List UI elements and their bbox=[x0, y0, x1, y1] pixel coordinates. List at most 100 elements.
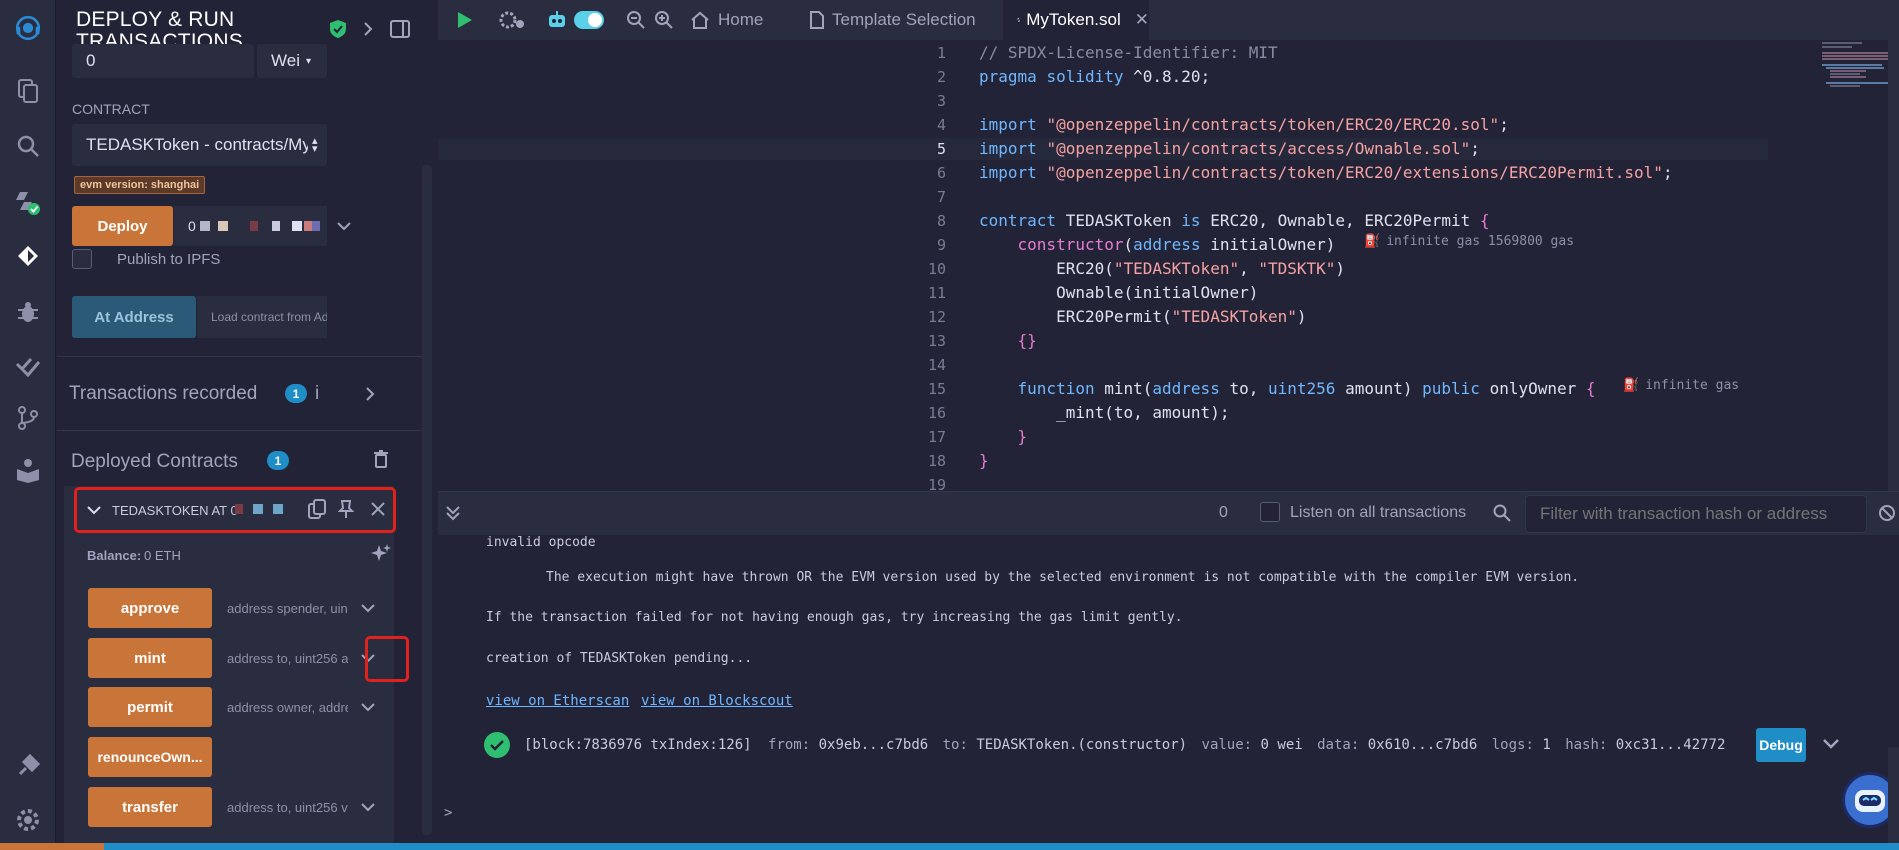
fn-permit-button[interactable]: permit bbox=[88, 687, 212, 727]
at-address-button[interactable]: At Address bbox=[72, 296, 196, 338]
line-number: 6 bbox=[936, 164, 946, 182]
fn-transfer-button[interactable]: transfer bbox=[88, 787, 212, 827]
solidity-file-icon bbox=[1017, 17, 1021, 22]
tx-expand-chevron-icon[interactable] bbox=[1822, 737, 1842, 753]
panel-toggle-icon[interactable] bbox=[389, 18, 411, 40]
redacted-instance-address bbox=[235, 504, 295, 514]
solidity-compiler-icon[interactable] bbox=[10, 184, 46, 220]
terminal-scrollbar[interactable] bbox=[1888, 747, 1899, 843]
fn-approve-input[interactable]: address spender, uint256 value bbox=[213, 588, 348, 628]
fn-mint-button[interactable]: mint bbox=[88, 638, 212, 678]
git-icon[interactable] bbox=[10, 400, 46, 436]
value-input[interactable]: 0 bbox=[72, 44, 254, 78]
code-line: } bbox=[979, 451, 989, 470]
instance-collapse-chevron-icon[interactable] bbox=[83, 499, 105, 521]
plugin-manager-icon[interactable] bbox=[10, 748, 46, 784]
copilot-toggle[interactable] bbox=[574, 0, 604, 40]
terminal-line: If the transaction failed for not having… bbox=[486, 610, 1183, 625]
ai-copilot-robot-icon[interactable] bbox=[546, 0, 568, 40]
fn-transfer-input[interactable]: address to, uint256 value bbox=[213, 787, 348, 827]
chevron-right-icon[interactable] bbox=[357, 18, 379, 40]
deploy-run-icon[interactable] bbox=[10, 238, 46, 274]
blockscout-link[interactable]: view on Blockscout bbox=[641, 693, 793, 709]
sparkle-ai-icon[interactable] bbox=[370, 543, 394, 567]
deploy-expand-chevron-icon[interactable] bbox=[333, 215, 355, 237]
line-number: 9 bbox=[936, 236, 946, 254]
run-script-icon[interactable] bbox=[456, 0, 474, 40]
close-icon[interactable] bbox=[370, 501, 388, 519]
publish-ipfs-checkbox[interactable] bbox=[72, 249, 92, 269]
line-number: 3 bbox=[936, 92, 946, 110]
remix-logo-icon[interactable] bbox=[6, 6, 50, 50]
file-explorer-icon[interactable] bbox=[10, 72, 46, 108]
redacted-address bbox=[200, 221, 320, 231]
tx-from: 0x9eb...c7bd6 bbox=[818, 737, 929, 753]
transactions-recorded-label[interactable]: Transactions recorded bbox=[69, 383, 257, 405]
testing-icon[interactable] bbox=[10, 348, 46, 384]
tab-mytoken-sol[interactable]: MyToken.sol ✕ bbox=[1003, 0, 1149, 40]
fn-permit-expand-chevron-icon[interactable] bbox=[357, 696, 379, 718]
terminal-prompt[interactable]: > bbox=[444, 805, 452, 821]
code-editor[interactable]: 1 2 3 4 5 6 7 8 9 10 11 12 13 14 15 16 1… bbox=[438, 40, 1899, 494]
info-icon[interactable]: i bbox=[315, 383, 319, 405]
line-number: 5 bbox=[936, 140, 946, 158]
select-updown-icon: ▴ ▾ bbox=[312, 135, 318, 155]
code-line: function mint(address to, uint256 amount… bbox=[1017, 379, 1596, 398]
code-line: import "@openzeppelin/contracts/token/ER… bbox=[979, 163, 1673, 182]
settings-gear-icon[interactable] bbox=[10, 802, 46, 838]
status-bar bbox=[0, 843, 1899, 850]
search-icon[interactable] bbox=[10, 128, 46, 164]
code-line: constructor(address initialOwner) bbox=[1017, 235, 1336, 254]
terminal-output[interactable]: invalid opcode The execution might have … bbox=[438, 535, 1899, 843]
listen-all-checkbox[interactable] bbox=[1260, 502, 1280, 522]
tab-template-selection[interactable]: Template Selection bbox=[810, 0, 980, 40]
fn-approve-button[interactable]: approve bbox=[88, 588, 212, 628]
fn-mint-expand-chevron-icon[interactable] bbox=[357, 647, 379, 669]
fn-mint-input[interactable]: address to, uint256 amount bbox=[213, 638, 348, 678]
editor-scrollbar[interactable] bbox=[1888, 40, 1899, 491]
panel-scrollbar[interactable] bbox=[422, 165, 432, 835]
deploy-args-input[interactable]: 0 bbox=[174, 206, 327, 246]
learneth-icon[interactable] bbox=[10, 452, 46, 488]
fn-approve-expand-chevron-icon[interactable] bbox=[357, 597, 379, 619]
section-divider bbox=[57, 430, 427, 431]
fn-transfer-expand-chevron-icon[interactable] bbox=[357, 796, 379, 818]
tx-summary[interactable]: [block:7836976 txIndex:126] from: 0x9eb.… bbox=[524, 737, 1725, 753]
search-icon[interactable] bbox=[1493, 504, 1513, 524]
contract-select[interactable]: TEDASKToken - contracts/MyToken.sol ▴▾ bbox=[72, 124, 327, 166]
tx-filter-input[interactable] bbox=[1525, 495, 1867, 533]
fn-permit-input[interactable]: address owner, address spender bbox=[213, 687, 348, 727]
zoom-out-icon[interactable] bbox=[626, 0, 646, 40]
code-line: ERC20("TEDASKToken", "TDSKTK") bbox=[979, 259, 1346, 278]
shield-check-icon bbox=[327, 18, 349, 40]
value-unit-select[interactable]: Wei ▾ bbox=[257, 44, 327, 78]
settings-compile-icon[interactable] bbox=[498, 0, 526, 40]
balance-label: Balance: bbox=[87, 548, 142, 563]
trash-icon[interactable] bbox=[373, 449, 391, 471]
tx-success-icon bbox=[484, 732, 510, 758]
instance-name-label[interactable]: TEDASKTOKEN AT 0 bbox=[112, 503, 238, 518]
line-number: 7 bbox=[936, 188, 946, 206]
collapse-terminal-icon[interactable] bbox=[444, 504, 464, 524]
debug-button[interactable]: Debug bbox=[1756, 728, 1806, 762]
debugger-icon[interactable] bbox=[10, 294, 46, 330]
deploy-button[interactable]: Deploy bbox=[72, 206, 173, 246]
value-unit-label: Wei bbox=[271, 51, 300, 70]
minimap[interactable] bbox=[1778, 40, 1899, 491]
tab-close-icon[interactable]: ✕ bbox=[1135, 10, 1149, 30]
tab-active-label: MyToken.sol bbox=[1026, 10, 1121, 29]
fn-renounceownership-button[interactable]: renounceOwn... bbox=[88, 737, 212, 777]
transactions-expand-chevron-icon[interactable] bbox=[359, 383, 381, 405]
tab-home[interactable]: Home bbox=[690, 0, 778, 40]
tx-hash: 0xc31...42772 bbox=[1615, 737, 1726, 753]
load-contract-address-input[interactable]: Load contract from Address bbox=[197, 296, 327, 338]
transactions-count-badge: 1 bbox=[285, 384, 307, 403]
pin-icon[interactable] bbox=[337, 499, 356, 521]
copy-icon[interactable] bbox=[308, 499, 328, 521]
line-number: 10 bbox=[927, 260, 946, 278]
clear-terminal-icon[interactable] bbox=[1878, 504, 1898, 524]
section-divider bbox=[57, 356, 427, 357]
etherscan-link[interactable]: view on Etherscan bbox=[486, 693, 629, 709]
zoom-in-icon[interactable] bbox=[654, 0, 674, 40]
status-bar-accent bbox=[0, 843, 104, 850]
